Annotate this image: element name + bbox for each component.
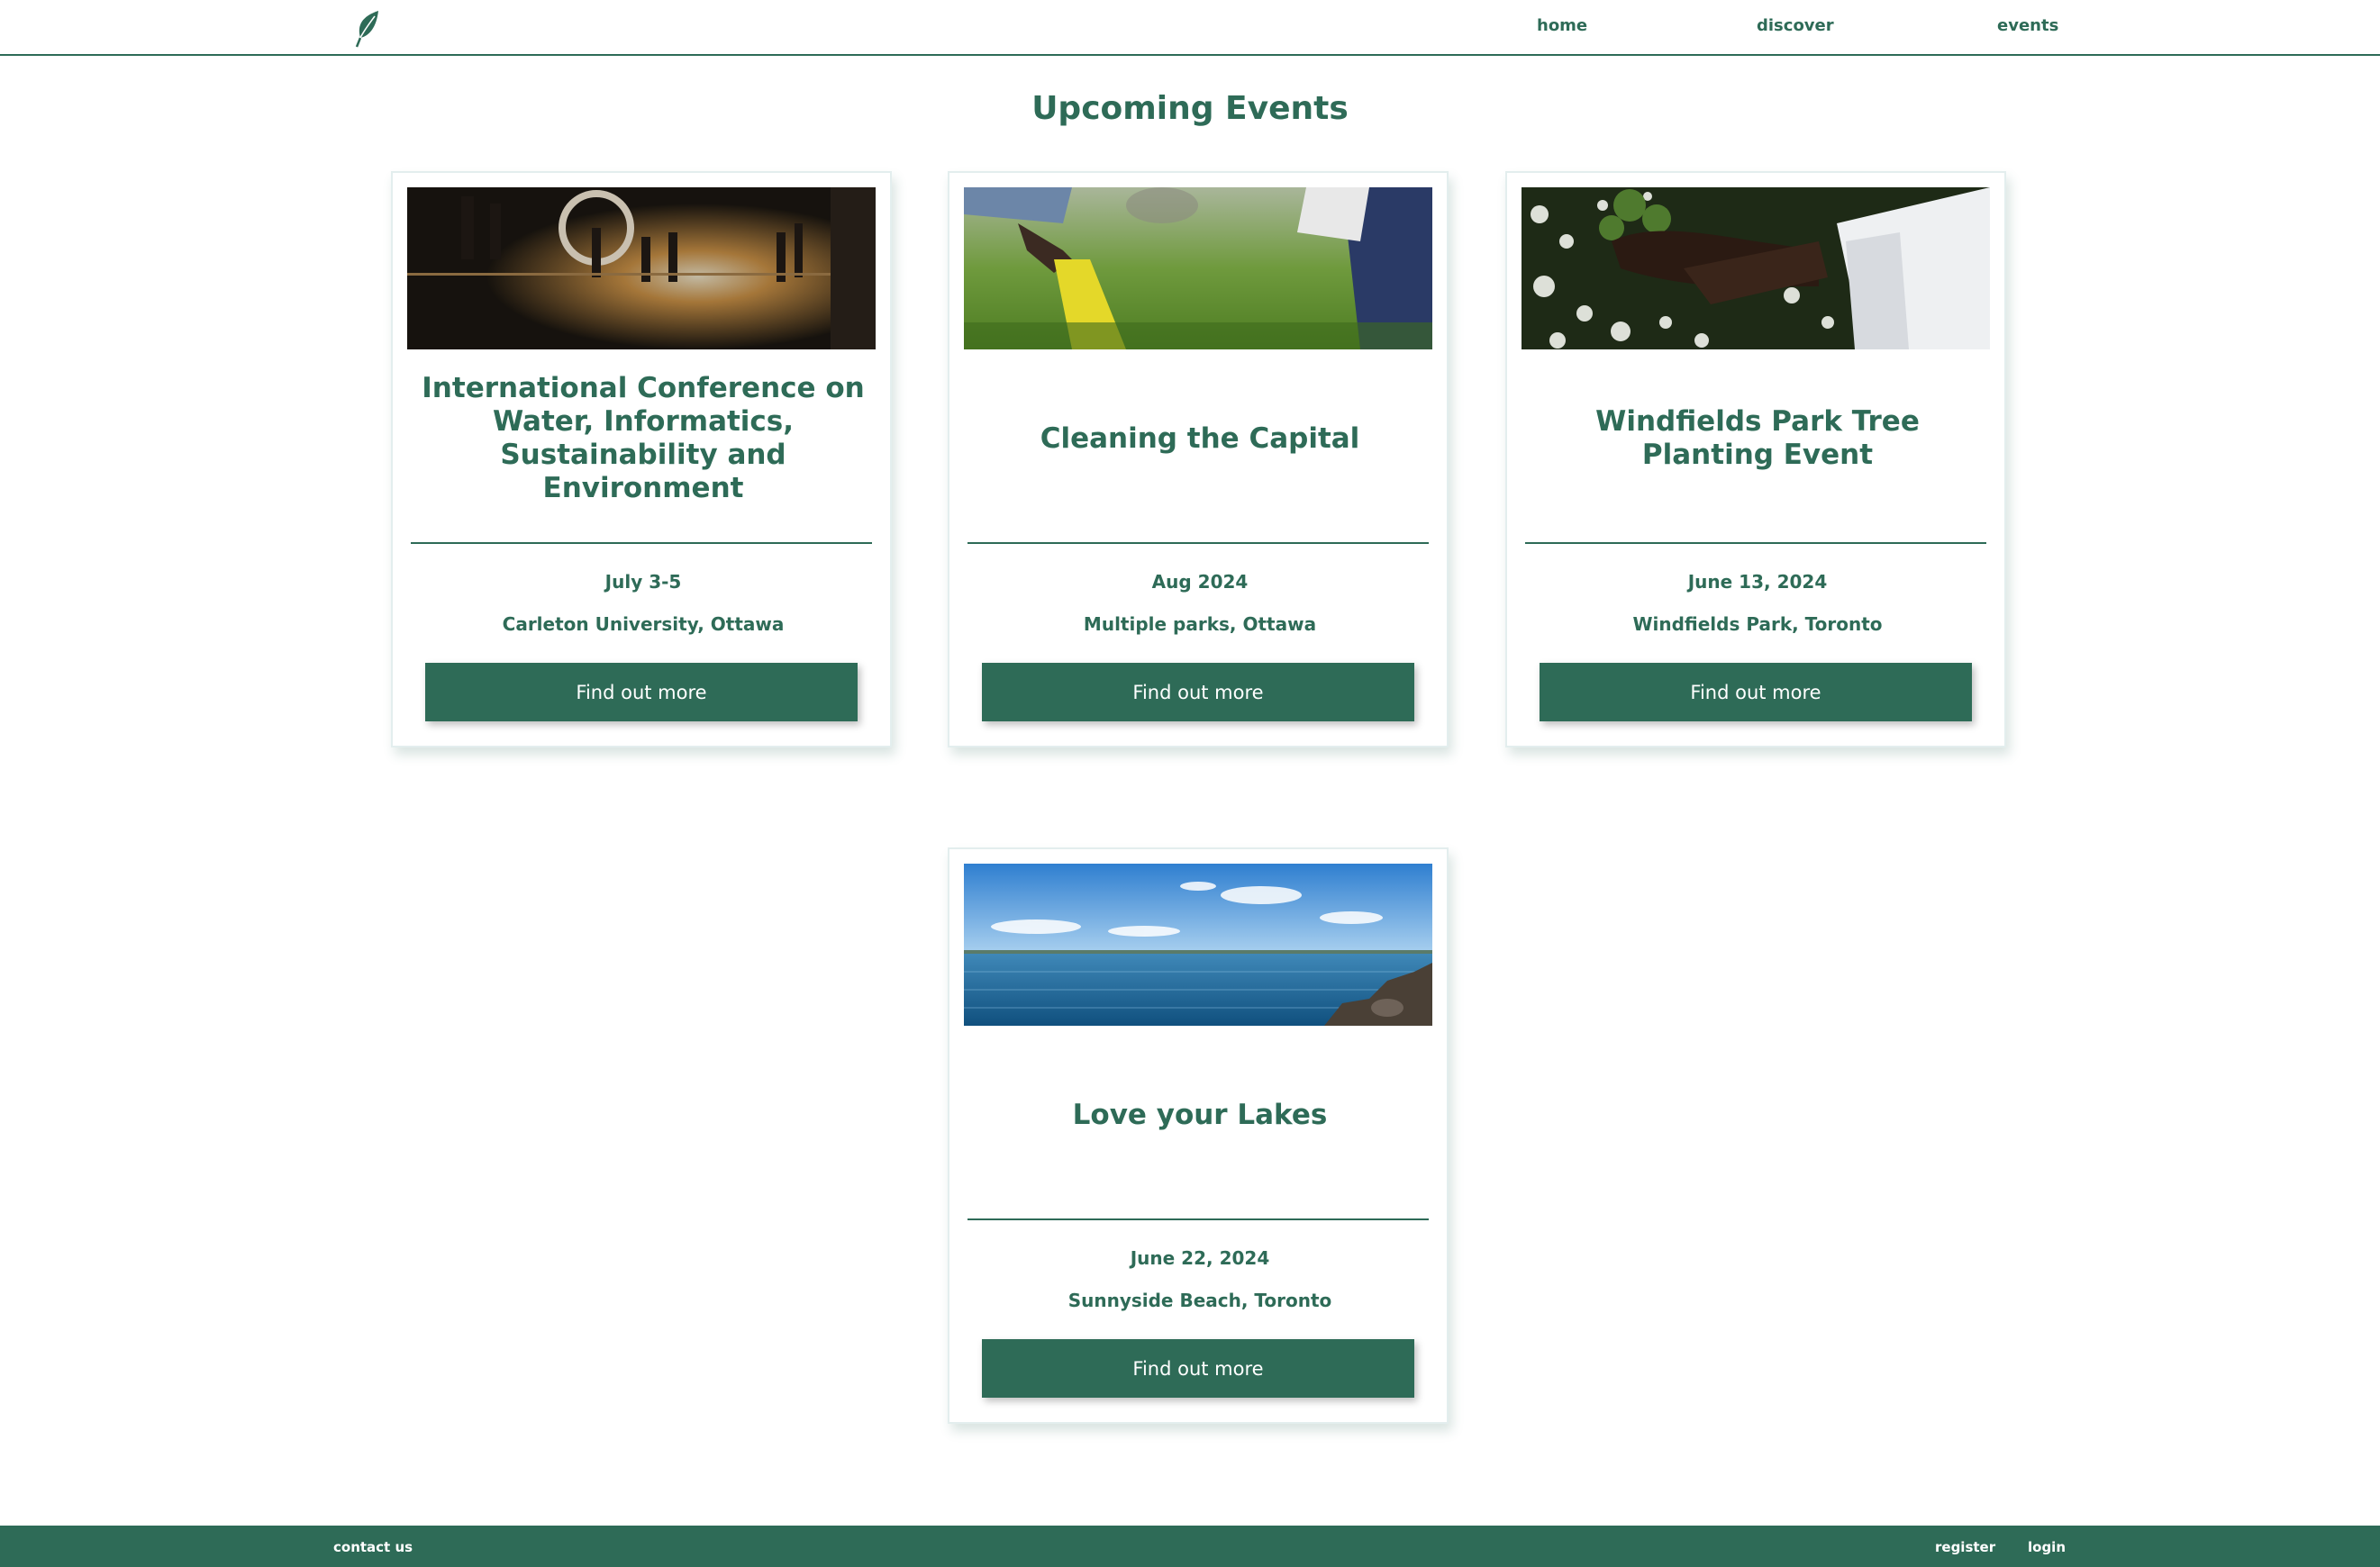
event-title: International Conference on Water, Infor… bbox=[422, 372, 865, 504]
find-out-more-button[interactable]: Find out more bbox=[425, 663, 858, 721]
page-title: Upcoming Events bbox=[1031, 90, 1349, 127]
event-date: Aug 2024 bbox=[1151, 571, 1249, 593]
divider bbox=[967, 542, 1429, 544]
find-out-more-button[interactable]: Find out more bbox=[982, 1339, 1414, 1398]
event-location: Sunnyside Beach, Toronto bbox=[1067, 1290, 1332, 1311]
event-location: Carleton University, Ottawa bbox=[502, 613, 785, 635]
find-out-more-button[interactable]: Find out more bbox=[1540, 663, 1972, 721]
event-date: July 3-5 bbox=[604, 571, 682, 593]
lake-shoreline-photo bbox=[964, 864, 1432, 1026]
event-date: June 13, 2024 bbox=[1687, 571, 1828, 593]
event-title: Cleaning the Capital bbox=[1040, 421, 1360, 455]
event-card: Windfields Park Tree Planting Event June… bbox=[1505, 171, 2006, 747]
event-card: Love your Lakes June 22, 2024 Sunnyside … bbox=[948, 847, 1449, 1424]
nav-link-events[interactable]: events bbox=[1997, 16, 2058, 35]
footer: contact us register login bbox=[0, 1526, 2380, 1567]
divider bbox=[1525, 542, 1986, 544]
register-link[interactable]: register bbox=[1935, 1539, 1995, 1555]
nav-link-discover[interactable]: discover bbox=[1757, 16, 1834, 35]
divider bbox=[411, 542, 872, 544]
event-location: Multiple parks, Ottawa bbox=[1083, 613, 1317, 635]
event-title: Windfields Park Tree Planting Event bbox=[1595, 405, 1920, 471]
event-card: Cleaning the Capital Aug 2024 Multiple p… bbox=[948, 171, 1449, 747]
hands-holding-seedling-photo bbox=[1522, 187, 1990, 349]
nav-link-home[interactable]: home bbox=[1537, 16, 1587, 35]
find-out-more-button[interactable]: Find out more bbox=[982, 663, 1414, 721]
leaf-icon[interactable] bbox=[353, 9, 384, 49]
event-location: Windfields Park, Toronto bbox=[1632, 613, 1883, 635]
event-card: International Conference on Water, Infor… bbox=[391, 171, 892, 747]
login-link[interactable]: login bbox=[2028, 1539, 2066, 1555]
conference-hall-photo bbox=[407, 187, 876, 349]
event-date: June 22, 2024 bbox=[1130, 1247, 1270, 1269]
divider bbox=[967, 1218, 1429, 1220]
contact-us-link[interactable]: contact us bbox=[333, 1539, 413, 1555]
gloved-hand-on-grass-photo bbox=[964, 187, 1432, 349]
top-navigation-bar: home discover events bbox=[0, 0, 2380, 56]
event-title: Love your Lakes bbox=[1072, 1098, 1328, 1131]
